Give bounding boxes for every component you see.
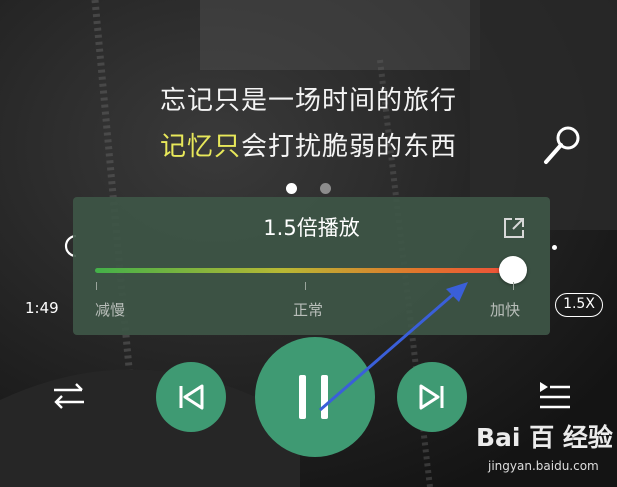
lyric-highlight: 记忆只 [159, 132, 241, 162]
speed-slider-track[interactable] [95, 268, 513, 273]
label-fast: 加快 [490, 301, 521, 319]
lyric-line-2: 记忆只会打扰脆弱的东西 [0, 126, 617, 163]
pause-icon [299, 375, 328, 419]
speed-badge-button[interactable]: 1.5X [555, 293, 603, 317]
shuffle-button[interactable] [52, 381, 86, 411]
playlist-button[interactable] [536, 380, 572, 412]
microphone-icon[interactable] [540, 124, 584, 168]
watermark-url: jingyan.baidu.com [488, 459, 599, 473]
skip-previous-icon [179, 384, 204, 410]
external-share-icon[interactable] [501, 215, 527, 241]
pause-button[interactable] [255, 337, 375, 457]
baidu-jingyan-watermark: Bai 百 经验 jingyan.baidu.com [476, 418, 614, 482]
speed-slider-thumb[interactable] [499, 256, 527, 284]
skip-next-icon [419, 384, 444, 410]
playlist-icon [540, 382, 570, 409]
tick-fast [513, 282, 514, 290]
current-time: 1:49 [25, 299, 59, 317]
tick-slow [96, 282, 97, 290]
page-dot-inactive[interactable] [320, 183, 331, 194]
lyric-rest: 会打扰脆弱的东西 [241, 132, 458, 162]
speed-panel-title: 1.5倍播放 [263, 216, 360, 240]
speed-panel: 1.5倍播放 减慢 正常 加快 [73, 197, 550, 335]
previous-button[interactable] [156, 362, 226, 432]
label-normal: 正常 [293, 301, 324, 319]
next-button[interactable] [397, 362, 467, 432]
page-dot-active[interactable] [286, 183, 297, 194]
tick-normal [305, 282, 306, 290]
shuffle-icon [54, 383, 84, 409]
lyric-line-1: 忘记只是一场时间的旅行 [159, 86, 457, 116]
label-slow: 减慢 [95, 301, 126, 319]
watermark-brand: Bai 百 经验 [476, 423, 613, 452]
more-dot [552, 245, 557, 250]
